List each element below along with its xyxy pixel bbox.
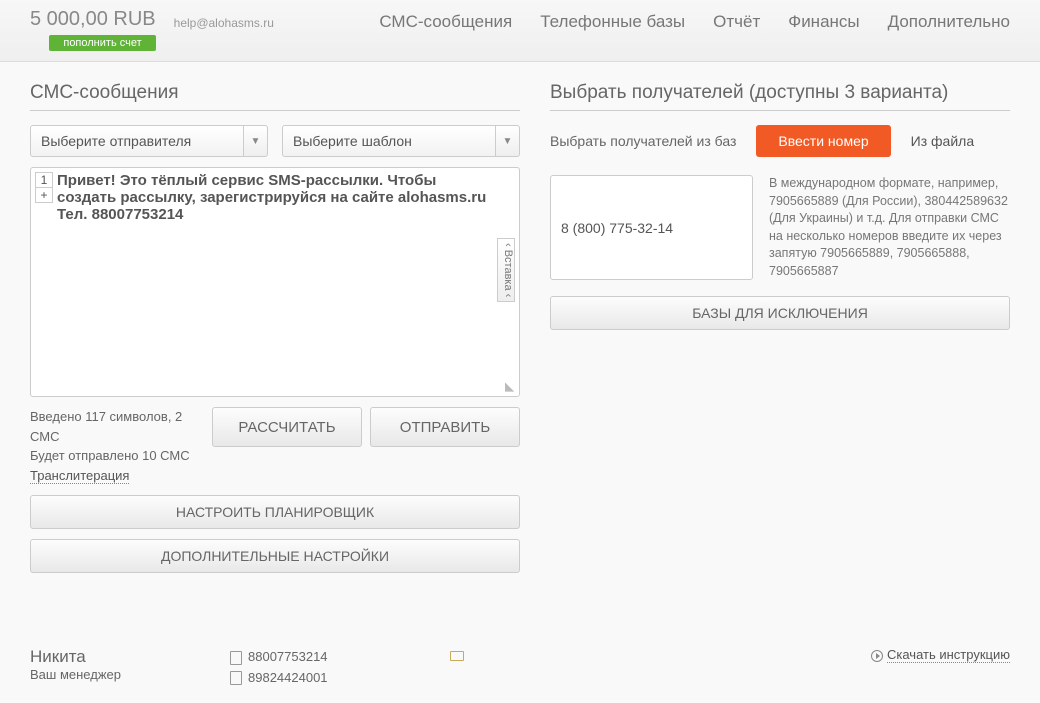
chevron-down-icon[interactable]: ▼ [244, 125, 268, 157]
tab-from-file[interactable]: Из файла [911, 133, 974, 149]
download-icon [871, 650, 883, 662]
phone-2[interactable]: 89824424001 [248, 670, 328, 685]
recipients-title: Выбрать получателей (доступны 3 варианта… [550, 82, 1010, 111]
manager-label: Ваш менеджер [30, 667, 230, 682]
send-button[interactable]: ОТПРАВИТЬ [370, 407, 520, 447]
insert-variable-tab[interactable]: ‹ Вставка ‹ [497, 238, 515, 302]
template-select-value: Выберите шаблон [282, 125, 496, 157]
phone-input[interactable] [550, 175, 753, 280]
message-part-counter[interactable]: 1 + [35, 172, 53, 203]
nav-extra[interactable]: Дополнительно [888, 12, 1010, 32]
chars-counter: Введено 117 символов, 2 СМС [30, 407, 204, 446]
main-nav: СМС-сообщения Телефонные базы Отчёт Фина… [379, 12, 1010, 32]
exclude-bases-button[interactable]: БАЗЫ ДЛЯ ИСКЛЮЧЕНИЯ [550, 296, 1010, 330]
topup-button[interactable]: пополнить счет [49, 35, 155, 51]
tab-from-db[interactable]: Выбрать получателей из баз [550, 133, 736, 149]
phone-icon [230, 671, 242, 685]
chevron-down-icon[interactable]: ▼ [496, 125, 520, 157]
calculate-button[interactable]: РАССЧИТАТЬ [212, 407, 362, 447]
scheduler-button[interactable]: НАСТРОИТЬ ПЛАНИРОВЩИК [30, 495, 520, 529]
nav-finance[interactable]: Финансы [788, 12, 859, 32]
sender-select-value: Выберите отправителя [30, 125, 244, 157]
message-textarea[interactable] [57, 172, 491, 392]
mail-icon[interactable] [450, 651, 464, 661]
nav-report[interactable]: Отчёт [713, 12, 760, 32]
sender-select[interactable]: Выберите отправителя ▼ [30, 125, 268, 157]
template-select[interactable]: Выберите шаблон ▼ [282, 125, 520, 157]
send-counter: Будет отправлено 10 СМС [30, 446, 204, 466]
download-instruction-link[interactable]: Скачать инструкцию [887, 647, 1010, 663]
tab-enter-number[interactable]: Ввести номер [756, 125, 890, 157]
extra-settings-button[interactable]: ДОПОЛНИТЕЛЬНЫЕ НАСТРОЙКИ [30, 539, 520, 573]
sms-section-title: СМС-сообщения [30, 82, 520, 111]
support-email[interactable]: help@alohasms.ru [174, 16, 274, 30]
balance-amount: 5 000,00 RUB [30, 8, 156, 31]
nav-bases[interactable]: Телефонные базы [540, 12, 685, 32]
nav-sms[interactable]: СМС-сообщения [379, 12, 512, 32]
phone-icon [230, 651, 242, 665]
manager-name: Никита [30, 647, 230, 667]
resize-handle-icon[interactable]: ◢ [503, 382, 517, 391]
transliteration-link[interactable]: Транслитерация [30, 468, 129, 484]
phone-hint: В международном формате, например, 79056… [769, 175, 1010, 280]
phone-1[interactable]: 88007753214 [248, 649, 328, 664]
